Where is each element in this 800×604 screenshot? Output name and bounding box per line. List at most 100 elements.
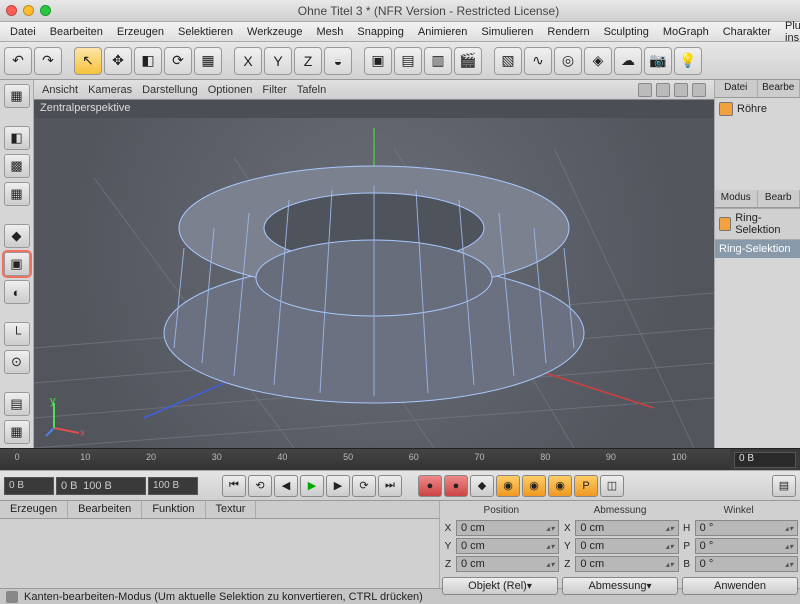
start-frame[interactable]: 0 B <box>4 477 54 495</box>
generator-tool[interactable]: ◎ <box>554 47 582 75</box>
vp-orbit-icon[interactable] <box>674 83 688 97</box>
ang-p-field[interactable]: 0 °▴▾ <box>695 538 798 554</box>
vp-maximize-icon[interactable] <box>692 83 706 97</box>
render-pv[interactable]: ▥ <box>424 47 452 75</box>
menu-mograph[interactable]: MoGraph <box>657 24 715 40</box>
record-button[interactable]: ● <box>418 475 442 497</box>
move-tool[interactable]: ✥ <box>104 47 132 75</box>
vp-menu-kameras[interactable]: Kameras <box>88 84 132 96</box>
current-frame-field[interactable]: 0 B <box>734 452 796 468</box>
vp-menu-ansicht[interactable]: Ansicht <box>42 84 78 96</box>
vp-menu-darstellung[interactable]: Darstellung <box>142 84 198 96</box>
vp-menu-tafeln[interactable]: Tafeln <box>297 84 326 96</box>
menu-rendern[interactable]: Rendern <box>541 24 595 40</box>
coord-system[interactable]: ◒ <box>324 47 352 75</box>
x-axis-lock[interactable]: X <box>234 47 262 75</box>
primitive-cube[interactable]: ▧ <box>494 47 522 75</box>
environment-tool[interactable]: ☁ <box>614 47 642 75</box>
ang-b-field[interactable]: 0 °▴▾ <box>695 556 798 572</box>
attr-tab-modus[interactable]: Modus <box>715 190 758 207</box>
end-frame[interactable]: 100 B <box>148 477 198 495</box>
dim-y-field[interactable]: 0 cm▴▾ <box>575 538 678 554</box>
preview-range[interactable]: 0 B 100 B <box>56 477 146 495</box>
loop-button[interactable]: ⟲ <box>248 475 272 497</box>
ang-h-field[interactable]: 0 °▴▾ <box>695 520 798 536</box>
object-tree-item[interactable]: Röhre <box>715 98 800 120</box>
om-tab-datei[interactable]: Datei <box>715 80 758 97</box>
ring-selection-b[interactable]: Ring-Selektion <box>715 239 800 258</box>
points-mode[interactable]: ◆ <box>4 224 30 248</box>
workplane-mode[interactable]: ▦ <box>4 182 30 206</box>
timeline-ruler[interactable]: 0 10 20 30 40 50 60 70 80 90 100 0 B <box>0 448 800 470</box>
object-mode-dropdown[interactable]: Objekt (Rel) ▾ <box>442 577 558 595</box>
dim-x-field[interactable]: 0 cm▴▾ <box>575 520 678 536</box>
recent-tool[interactable]: ▦ <box>194 47 222 75</box>
ring-selection-a[interactable]: Ring-Selektion <box>715 208 800 239</box>
spline-tool[interactable]: ∿ <box>524 47 552 75</box>
btab-funktion[interactable]: Funktion <box>142 501 205 518</box>
autokey-button[interactable]: ● <box>444 475 468 497</box>
loop-fwd-button[interactable]: ⟳ <box>352 475 376 497</box>
prev-frame-button[interactable]: ◀ <box>274 475 298 497</box>
menu-mesh[interactable]: Mesh <box>310 24 349 40</box>
dim-z-field[interactable]: 0 cm▴▾ <box>575 556 678 572</box>
zoom-window-button[interactable] <box>40 5 51 16</box>
render-view[interactable]: ▣ <box>364 47 392 75</box>
pos-y-field[interactable]: 0 cm▴▾ <box>456 538 559 554</box>
apply-button[interactable]: Anwenden <box>682 577 798 595</box>
key-pos-button[interactable]: ◉ <box>496 475 520 497</box>
rotate-tool[interactable]: ⟳ <box>164 47 192 75</box>
next-frame-button[interactable]: ▶ <box>326 475 350 497</box>
dimension-dropdown[interactable]: Abmessung ▾ <box>562 577 678 595</box>
vp-pan-icon[interactable] <box>638 83 652 97</box>
menu-selektieren[interactable]: Selektieren <box>172 24 239 40</box>
y-axis-lock[interactable]: Y <box>264 47 292 75</box>
btab-bearbeiten[interactable]: Bearbeiten <box>68 501 142 518</box>
deformer-tool[interactable]: ◈ <box>584 47 612 75</box>
attr-tab-bearb[interactable]: Bearb <box>758 190 800 207</box>
key-scale-button[interactable]: ◉ <box>522 475 546 497</box>
undo-button[interactable]: ↶ <box>4 47 32 75</box>
workplane-tool[interactable]: ▤ <box>4 392 30 416</box>
key-rot-button[interactable]: ◉ <box>548 475 572 497</box>
vp-zoom-icon[interactable] <box>656 83 670 97</box>
play-button[interactable]: ▶ <box>300 475 324 497</box>
goto-start-button[interactable]: ⏮ <box>222 475 246 497</box>
minimize-window-button[interactable] <box>23 5 34 16</box>
keyframe-sel-button[interactable]: ◆ <box>470 475 494 497</box>
snap-toggle[interactable]: ⊙ <box>4 350 30 374</box>
menu-sculpting[interactable]: Sculpting <box>598 24 655 40</box>
camera-tool[interactable]: 📷 <box>644 47 672 75</box>
timeline-scale[interactable]: 0 10 20 30 40 50 60 70 80 90 100 <box>0 449 730 470</box>
menu-animieren[interactable]: Animieren <box>412 24 474 40</box>
layout-button[interactable]: ▤ <box>772 475 796 497</box>
close-window-button[interactable] <box>6 5 17 16</box>
goto-end-button[interactable]: ⏭ <box>378 475 402 497</box>
om-tab-bearbe[interactable]: Bearbe <box>758 80 800 97</box>
polygons-mode[interactable]: ◐ <box>4 280 30 304</box>
menu-charakter[interactable]: Charakter <box>717 24 777 40</box>
menu-plugins[interactable]: Plug-ins <box>779 18 800 46</box>
texture-mode[interactable]: ▩ <box>4 154 30 178</box>
redo-button[interactable]: ↷ <box>34 47 62 75</box>
menu-snapping[interactable]: Snapping <box>351 24 410 40</box>
btab-textur[interactable]: Textur <box>206 501 257 518</box>
vp-menu-filter[interactable]: Filter <box>262 84 286 96</box>
menu-werkzeuge[interactable]: Werkzeuge <box>241 24 308 40</box>
light-tool[interactable]: 💡 <box>674 47 702 75</box>
axis-tool[interactable]: └ <box>4 322 30 346</box>
btab-erzeugen[interactable]: Erzeugen <box>0 501 68 518</box>
menu-bearbeiten[interactable]: Bearbeiten <box>44 24 109 40</box>
model-mode[interactable]: ◧ <box>4 126 30 150</box>
vp-menu-optionen[interactable]: Optionen <box>208 84 253 96</box>
key-param-button[interactable]: P <box>574 475 598 497</box>
make-editable-button[interactable]: ▦ <box>4 84 30 108</box>
select-tool[interactable]: ↖ <box>74 47 102 75</box>
pos-z-field[interactable]: 0 cm▴▾ <box>456 556 559 572</box>
menu-simulieren[interactable]: Simulieren <box>475 24 539 40</box>
z-axis-lock[interactable]: Z <box>294 47 322 75</box>
scale-tool[interactable]: ◧ <box>134 47 162 75</box>
menu-datei[interactable]: Datei <box>4 24 42 40</box>
render-settings[interactable]: 🎬 <box>454 47 482 75</box>
edges-mode[interactable]: ▣ <box>4 252 30 276</box>
